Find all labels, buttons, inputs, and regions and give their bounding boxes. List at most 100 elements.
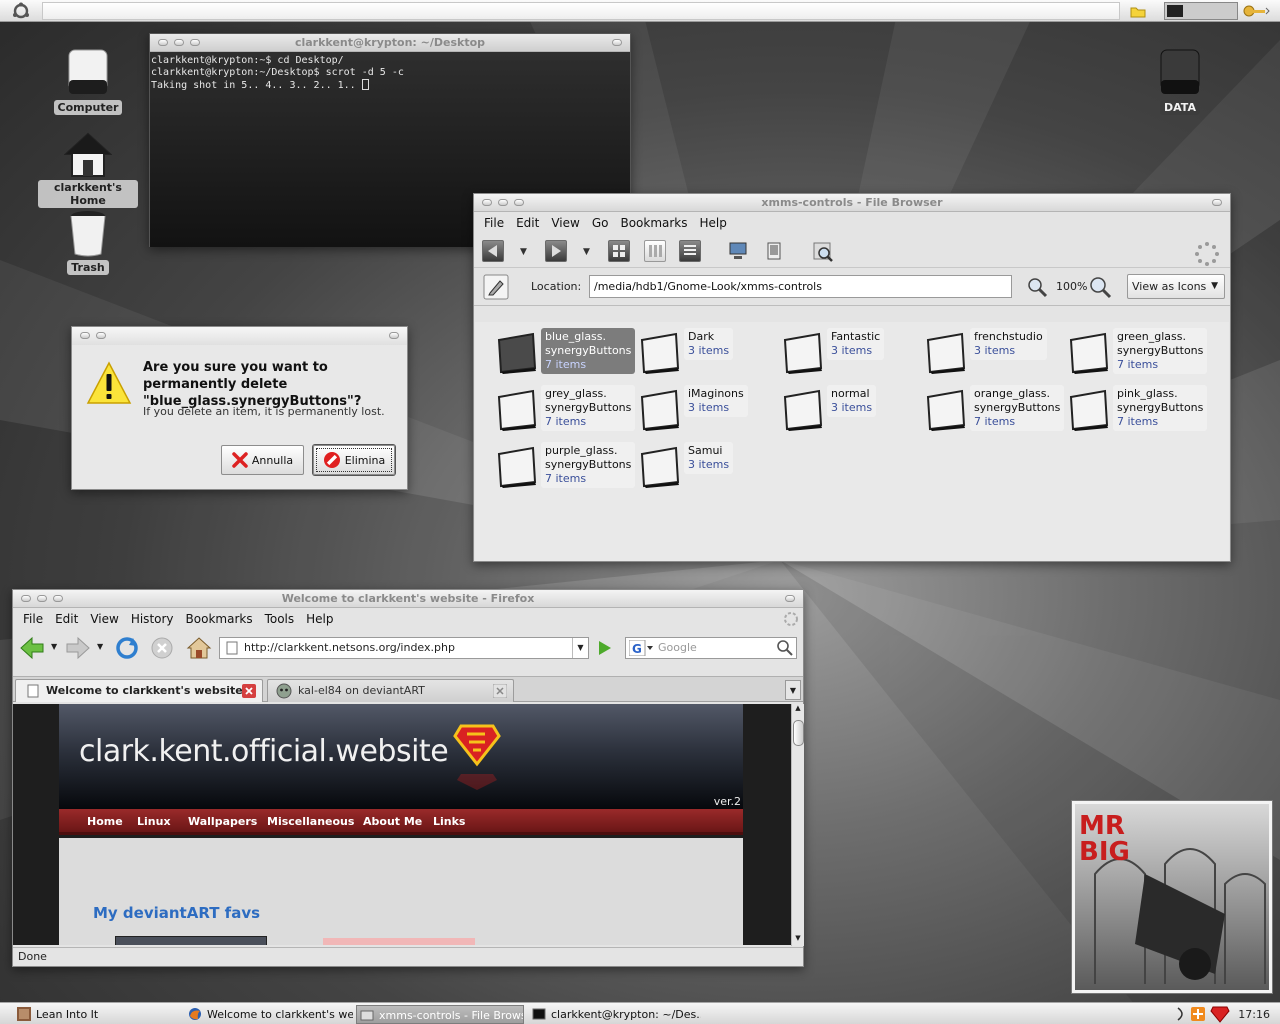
scroll-down-arrow[interactable]: ▼ — [793, 934, 803, 946]
menu-go[interactable]: Go — [586, 216, 615, 230]
maximize-button[interactable] — [174, 39, 184, 46]
menu-tools[interactable]: Tools — [259, 612, 301, 626]
minimize-button[interactable] — [21, 595, 31, 602]
shade-button[interactable] — [514, 199, 524, 206]
file-browser-titlebar[interactable]: xmms-controls - File Browser — [474, 194, 1230, 212]
bookmark-icon[interactable] — [764, 241, 784, 261]
icon-view-button[interactable] — [608, 240, 630, 262]
desktop-icon-trash[interactable]: Trash — [38, 202, 138, 275]
close-tab-icon[interactable] — [493, 684, 507, 698]
tab-welcome[interactable]: Welcome to clarkkent's website — [15, 679, 263, 702]
close-button[interactable] — [612, 39, 622, 46]
tab-list-dropdown[interactable]: ▼ — [785, 680, 801, 700]
toggle-path-bar-icon[interactable] — [482, 273, 510, 301]
menu-bookmarks[interactable]: Bookmarks — [180, 612, 259, 626]
back-button[interactable] — [482, 240, 504, 262]
tab-deviantart[interactable]: kal-el84 on deviantART — [267, 679, 514, 702]
maximize-button[interactable] — [498, 199, 508, 206]
scroll-thumb[interactable] — [793, 720, 804, 746]
site-nav-linux[interactable]: Linux — [137, 815, 171, 828]
task-music-player[interactable]: Lean Into It — [14, 1005, 174, 1024]
back-history-dropdown[interactable]: ▼ — [520, 247, 527, 257]
forward-button[interactable] — [545, 240, 567, 262]
search-box[interactable]: G Google — [625, 637, 797, 659]
menu-edit[interactable]: Edit — [49, 612, 84, 626]
search-icon[interactable] — [776, 639, 794, 657]
menu-edit[interactable]: Edit — [510, 216, 545, 230]
site-nav-about-me[interactable]: About Me — [363, 815, 422, 828]
desktop-icon-data-drive[interactable]: DATA — [1130, 42, 1230, 115]
reload-icon[interactable] — [115, 636, 139, 660]
forward-history-dropdown[interactable]: ▼ — [97, 642, 103, 651]
minimize-button[interactable] — [482, 199, 492, 206]
vertical-scrollbar[interactable]: ▲ ▼ — [791, 704, 804, 946]
menu-file[interactable]: File — [478, 216, 510, 230]
firefox-titlebar[interactable]: Welcome to clarkkent's website - Firefox — [13, 590, 803, 608]
site-nav-miscellaneous[interactable]: Miscellaneous — [267, 815, 354, 828]
menu-help[interactable]: Help — [694, 216, 733, 230]
superman-tray-icon[interactable] — [1210, 1005, 1230, 1023]
close-tab-icon[interactable] — [242, 684, 256, 698]
menu-help[interactable]: Help — [300, 612, 339, 626]
back-history-dropdown[interactable]: ▼ — [51, 642, 57, 651]
maximize-button[interactable] — [37, 595, 47, 602]
folder-item[interactable]: Dark 3 items — [628, 328, 768, 378]
search-files-icon[interactable] — [812, 241, 834, 263]
folder-applet-icon[interactable] — [1129, 2, 1147, 20]
dialog-titlebar[interactable] — [72, 327, 407, 345]
close-button[interactable] — [1212, 199, 1222, 206]
folder-item[interactable]: iMaginons 3 items — [628, 385, 768, 435]
forward-arrow-icon[interactable] — [65, 636, 91, 660]
folder-item[interactable]: Fantastic 3 items — [771, 328, 911, 378]
task-terminal[interactable]: clarkkent@krypton: ~/Des... — [529, 1005, 701, 1024]
album-art-widget[interactable]: MR BIG — [1071, 800, 1273, 994]
terminal-titlebar[interactable]: clarkkent@krypton: ~/Desktop — [150, 34, 630, 52]
back-arrow-icon[interactable] — [19, 636, 45, 660]
menu-view[interactable]: View — [545, 216, 585, 230]
menu-bookmarks[interactable]: Bookmarks — [614, 216, 693, 230]
folder-item[interactable]: grey_glass. synergyButtons 7 items — [485, 385, 636, 435]
folder-item[interactable]: frenchstudio 3 items — [914, 328, 1054, 378]
menu-file[interactable]: File — [17, 612, 49, 626]
home-icon[interactable] — [186, 635, 212, 661]
compact-view-button[interactable] — [644, 240, 666, 262]
menu-view[interactable]: View — [84, 612, 124, 626]
update-notifier-icon[interactable] — [1190, 1006, 1206, 1022]
keyring-icon[interactable] — [1242, 2, 1272, 20]
site-nav-links[interactable]: Links — [433, 815, 465, 828]
scroll-up-arrow[interactable]: ▲ — [793, 704, 803, 716]
shade-button[interactable] — [53, 595, 63, 602]
network-icon[interactable] — [1174, 1006, 1190, 1022]
deviation-thumbnail[interactable] — [323, 938, 475, 945]
google-engine-icon[interactable]: G — [629, 640, 653, 656]
minimize-button[interactable] — [158, 39, 168, 46]
folder-item[interactable]: Samui 3 items — [628, 442, 768, 492]
site-nav-home[interactable]: Home — [87, 815, 123, 828]
stop-icon[interactable] — [150, 636, 174, 660]
url-history-dropdown[interactable]: ▼ — [572, 638, 588, 658]
list-view-button[interactable] — [679, 240, 701, 262]
folder-item[interactable]: purple_glass. synergyButtons 7 items — [485, 442, 636, 492]
folder-item[interactable]: normal 3 items — [771, 385, 911, 435]
forward-history-dropdown[interactable]: ▼ — [583, 247, 590, 257]
shade-button[interactable] — [190, 39, 200, 46]
minimize-button[interactable] — [80, 332, 90, 339]
view-mode-select[interactable]: View as Icons ▼ — [1127, 274, 1225, 299]
url-bar[interactable]: http://clarkkent.netsons.org/index.php ▼ — [219, 637, 589, 659]
file-view[interactable]: blue_glass. synergyButtons 7 items Dark 3 it… — [475, 322, 1229, 561]
delete-button[interactable]: Elimina — [313, 445, 395, 475]
folder-item[interactable]: blue_glass. synergyButtons 7 items — [485, 328, 636, 378]
folder-item[interactable]: green_glass. synergyButtons 7 items — [1057, 328, 1208, 378]
clock[interactable]: 17:16 — [1238, 1005, 1270, 1024]
zoom-in-icon[interactable] — [1088, 275, 1112, 299]
folder-item[interactable]: orange_glass. synergyButtons 7 items — [914, 385, 1065, 435]
maximize-button[interactable] — [96, 332, 106, 339]
close-button[interactable] — [389, 332, 399, 339]
deviation-thumbnail[interactable] — [115, 936, 267, 945]
system-monitor-applet[interactable] — [1164, 2, 1238, 20]
page-content[interactable]: clark.kent.official.website ver.2 Home L… — [13, 704, 791, 945]
menu-history[interactable]: History — [125, 612, 180, 626]
main-menu-icon[interactable] — [10, 2, 32, 20]
site-nav-wallpapers[interactable]: Wallpapers — [188, 815, 257, 828]
zoom-out-icon[interactable] — [1026, 276, 1048, 298]
